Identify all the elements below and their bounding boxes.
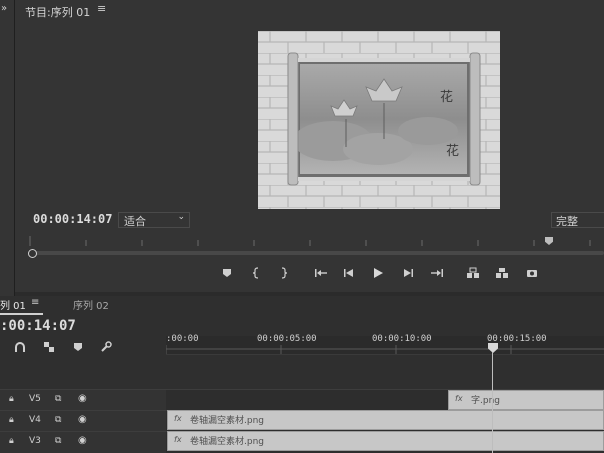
clip-name: 卷轴漏空素材.png <box>190 437 264 447</box>
collapse-panels-icon[interactable]: » <box>1 3 7 14</box>
eye-icon[interactable]: ◉ <box>78 393 87 404</box>
ruler-label: 00:00:15:00 <box>487 334 547 344</box>
panel-title: 节目:序列 01 <box>25 6 91 19</box>
ruler-label: :00:00 <box>166 334 199 344</box>
ruler-label: 00:00:10:00 <box>372 334 432 344</box>
playhead-line[interactable] <box>492 352 493 453</box>
clip-scroll-png-v3[interactable]: fx 卷轴漏空素材.png <box>167 431 604 451</box>
clip-name: 字.png <box>471 396 500 406</box>
lock-icon[interactable]: 🔒︎ <box>9 436 14 446</box>
step-forward-icon[interactable] <box>401 266 415 280</box>
marker-icon[interactable] <box>220 266 234 280</box>
left-panel-strip <box>0 0 15 296</box>
tab-menu-icon[interactable]: ≡ <box>31 297 39 308</box>
scroll-lotus-frame-image: 花 花 <box>258 31 500 209</box>
fit-select[interactable]: 适合 ⌄ <box>118 212 190 228</box>
track-v4-header[interactable]: 🔒︎ V4 ⧉ ◉ <box>0 410 166 432</box>
monitor-time-ruler[interactable] <box>26 236 604 246</box>
track-name: V3 <box>29 436 41 446</box>
mark-out-icon[interactable] <box>276 266 290 280</box>
add-marker-icon[interactable] <box>70 340 86 354</box>
fx-badge: fx <box>174 435 182 444</box>
active-tab-indicator <box>0 313 43 315</box>
ruler-label: 00:00:05:00 <box>257 334 317 344</box>
quality-select-value: 完整 <box>556 215 578 228</box>
wrench-icon[interactable] <box>98 340 114 354</box>
clip-name: 卷轴漏空素材.png <box>190 416 264 426</box>
svg-text:花: 花 <box>440 89 453 105</box>
linked-selection-icon[interactable] <box>41 340 57 354</box>
quality-select[interactable]: 完整 <box>551 212 604 228</box>
svg-text:花: 花 <box>446 143 459 159</box>
sync-lock-icon[interactable]: ⧉ <box>55 394 61 404</box>
tab-sequence-02[interactable]: 序列 02 <box>73 297 109 312</box>
export-frame-icon[interactable] <box>525 266 539 280</box>
lift-icon[interactable] <box>466 266 480 280</box>
go-to-in-icon[interactable] <box>314 266 328 280</box>
snap-icon[interactable] <box>12 340 28 354</box>
sync-lock-icon[interactable]: ⧉ <box>55 436 61 446</box>
clip-zi-png[interactable]: fx 字.png <box>448 390 604 410</box>
eye-icon[interactable]: ◉ <box>78 435 87 446</box>
track-name: V5 <box>29 394 41 404</box>
timeline-empty-area[interactable] <box>166 355 604 388</box>
lock-icon[interactable]: 🔒︎ <box>9 415 14 425</box>
eye-icon[interactable]: ◉ <box>78 414 87 425</box>
track-v3-header[interactable]: 🔒︎ V3 ⧉ ◉ <box>0 431 166 453</box>
mark-in-icon[interactable] <box>250 266 264 280</box>
play-icon[interactable] <box>371 266 385 280</box>
clip-scroll-png-v4[interactable]: fx 卷轴漏空素材.png <box>167 410 604 430</box>
tab-sequence-01[interactable]: 列 01 <box>0 297 26 312</box>
scrub-handle[interactable] <box>28 249 37 258</box>
go-to-out-icon[interactable] <box>430 266 444 280</box>
fx-badge: fx <box>174 414 182 423</box>
track-name: V4 <box>29 415 41 425</box>
panel-menu-icon[interactable]: ≡ <box>97 2 106 15</box>
sync-lock-icon[interactable]: ⧉ <box>55 415 61 425</box>
extract-icon[interactable] <box>495 266 509 280</box>
video-preview[interactable]: 花 花 <box>258 31 500 209</box>
chevron-down-icon: ⌄ <box>177 212 185 222</box>
lock-icon[interactable]: 🔒︎ <box>9 394 14 404</box>
step-back-icon[interactable] <box>342 266 356 280</box>
fx-badge: fx <box>455 394 463 403</box>
fit-select-value: 适合 <box>124 215 146 228</box>
timeline-timecode[interactable]: :00:14:07 <box>0 318 76 334</box>
monitor-timecode[interactable]: 00:00:14:07 <box>33 212 112 226</box>
track-v5-header[interactable]: 🔒︎ V5 ⧉ ◉ <box>0 389 166 411</box>
monitor-scrub-bar[interactable] <box>30 251 604 255</box>
